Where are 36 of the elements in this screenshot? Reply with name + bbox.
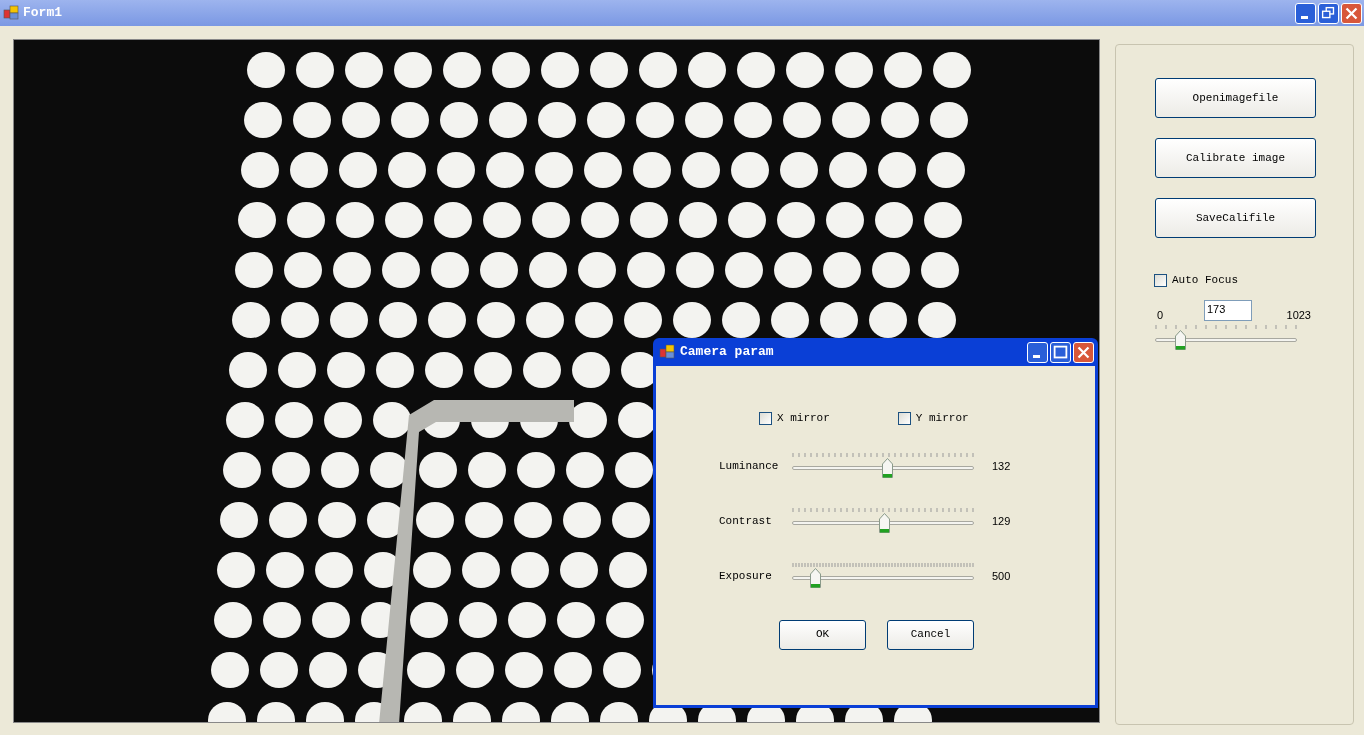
minimize-button[interactable] — [1295, 2, 1316, 24]
focus-value-field[interactable]: 173 — [1204, 299, 1252, 321]
close-button[interactable] — [1073, 341, 1094, 363]
range-max-label: 1023 — [1286, 308, 1311, 323]
close-button[interactable] — [1341, 2, 1362, 24]
push-button[interactable]: OK — [779, 619, 866, 650]
minimize-icon — [1300, 16, 1308, 19]
range-min-label: 0 — [1157, 308, 1165, 323]
checkbox[interactable] — [897, 411, 911, 425]
push-button[interactable]: Cancel — [887, 619, 974, 650]
app-icon — [659, 344, 675, 360]
slider-value: 500 — [992, 569, 1011, 584]
slider-thumb[interactable] — [1174, 329, 1186, 350]
push-button[interactable]: Calibrate image — [1155, 138, 1316, 178]
minimize-button[interactable] — [1027, 341, 1048, 363]
app-icon — [3, 5, 19, 21]
push-button[interactable]: Openimagefile — [1155, 78, 1316, 118]
slider-thumb[interactable] — [809, 567, 821, 588]
checkbox[interactable] — [1154, 273, 1167, 287]
maximize-button[interactable] — [1050, 341, 1071, 363]
checkbox-label: X mirror — [777, 411, 830, 426]
slider-thumb[interactable] — [878, 512, 890, 533]
slider-label: Exposure — [719, 569, 773, 584]
checkbox-label: Auto Focus — [1172, 273, 1238, 288]
window-title: Form1 — [23, 4, 63, 23]
slider-thumb[interactable] — [881, 457, 893, 478]
minimize-icon — [1032, 355, 1040, 358]
slider-value: 132 — [992, 459, 1011, 474]
dialog-title: Camera param — [680, 343, 775, 362]
slider-value: 129 — [992, 514, 1011, 529]
slider-label: Contrast — [719, 514, 773, 529]
checkbox[interactable] — [759, 411, 772, 425]
slider-label: Luminance — [719, 459, 780, 474]
restore-button[interactable] — [1318, 2, 1339, 24]
checkbox-label: Y mirror — [915, 411, 969, 426]
push-button[interactable]: SaveCalifile — [1155, 198, 1316, 238]
